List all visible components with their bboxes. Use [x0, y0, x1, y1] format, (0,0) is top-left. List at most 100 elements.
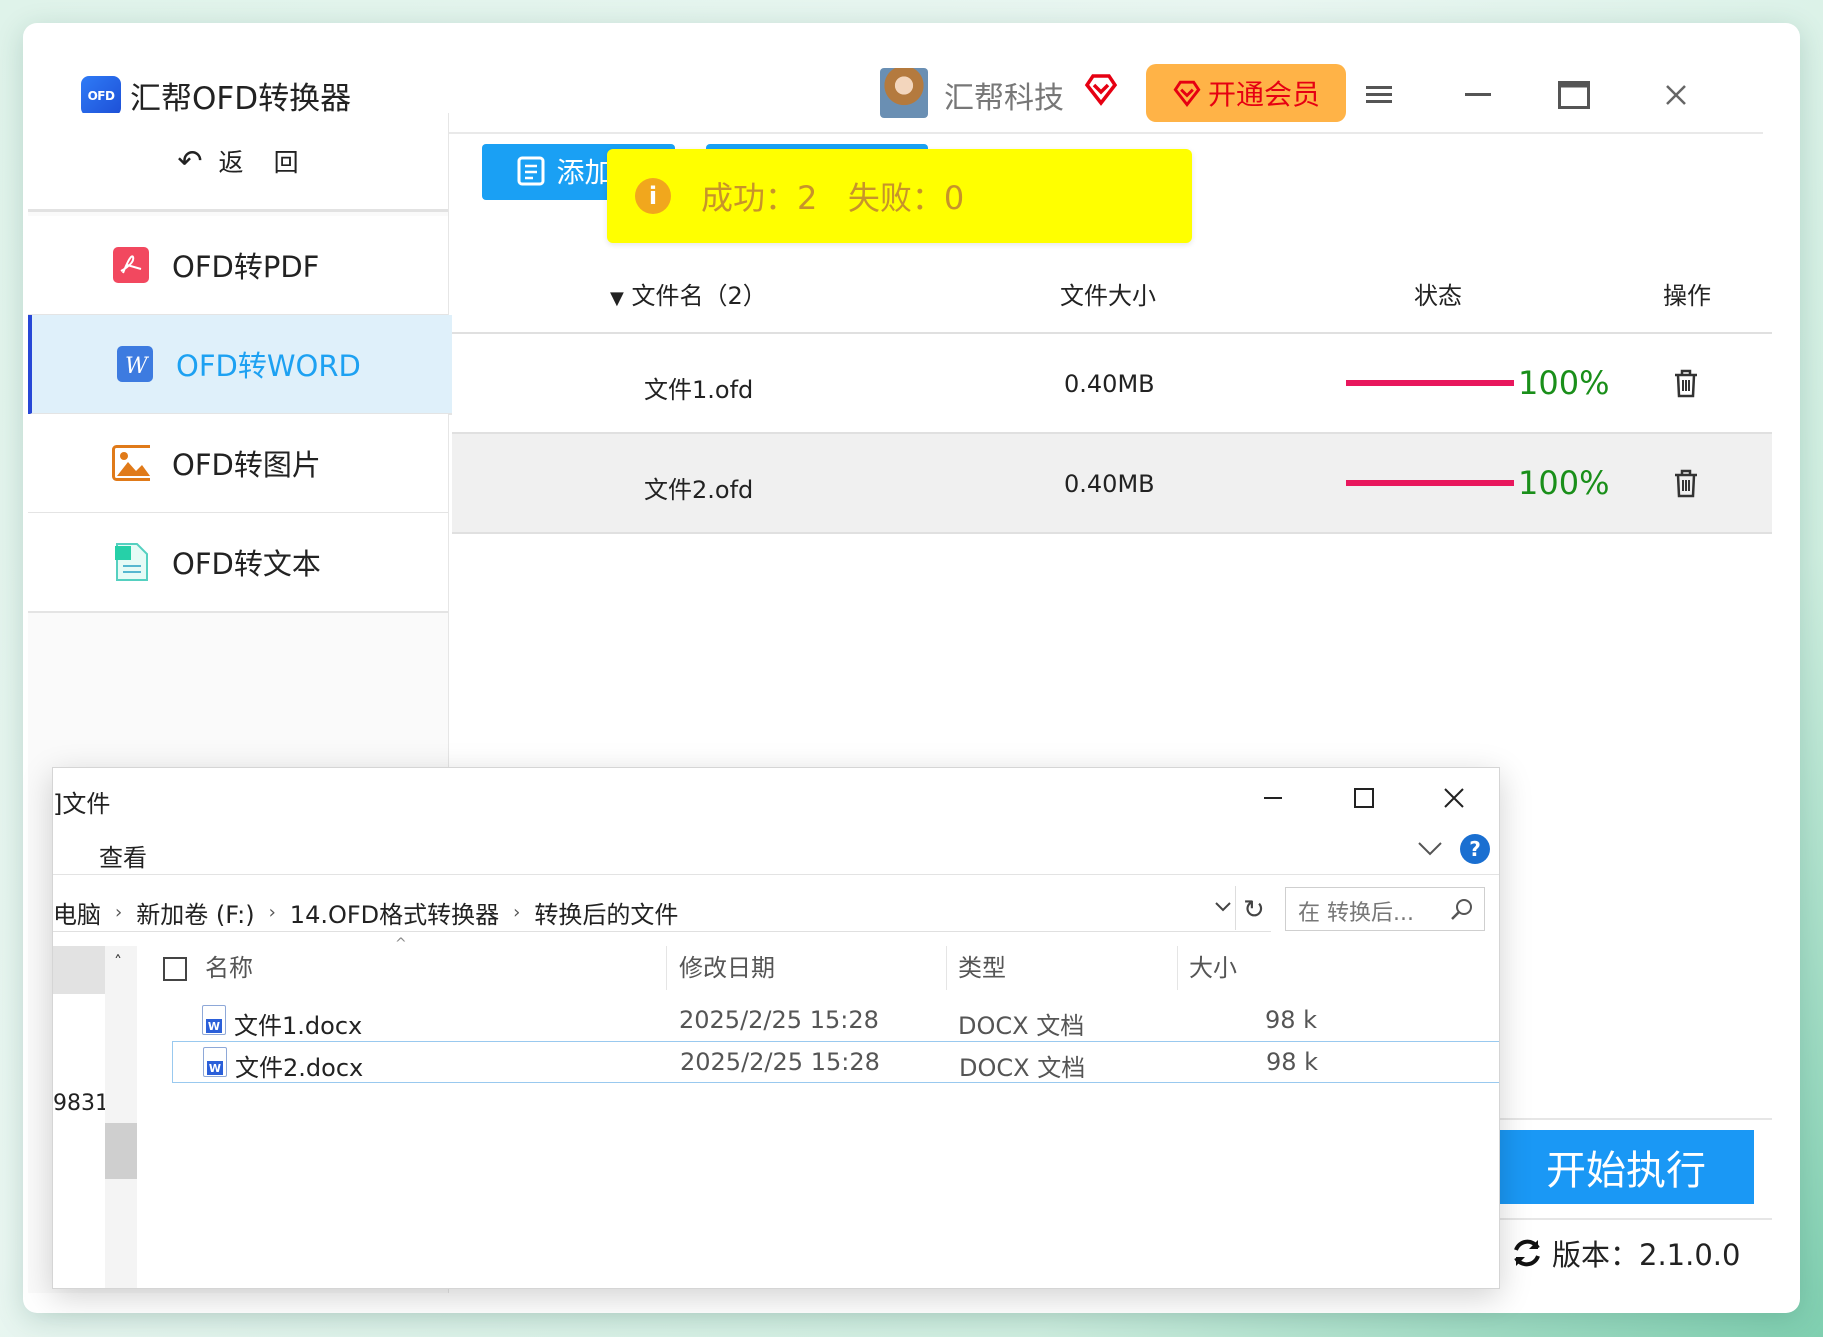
back-arrow-icon: ↶	[177, 143, 203, 179]
back-label: 回	[273, 148, 299, 177]
close-icon[interactable]	[1434, 778, 1474, 818]
address-divider	[1235, 886, 1236, 930]
add-file-icon	[517, 156, 545, 185]
menu-icon[interactable]	[1361, 77, 1397, 113]
file-size: 0.40MB	[1064, 370, 1155, 398]
chevron-down-icon[interactable]	[1417, 838, 1443, 862]
progress-bar	[1346, 480, 1514, 486]
maximize-icon[interactable]	[1556, 77, 1592, 113]
help-icon[interactable]: ?	[1460, 834, 1490, 864]
chevron-right-icon: ›	[115, 902, 123, 923]
breadcrumb-item[interactable]: 电脑	[53, 895, 101, 930]
sort-up-icon: ^	[395, 936, 407, 952]
toast-message: 成功：2 失败：0	[701, 179, 965, 217]
nav-pane-text: 9831	[53, 1091, 109, 1116]
column-divider	[666, 946, 667, 990]
trash-icon[interactable]	[1672, 468, 1700, 498]
address-bar[interactable]: 电脑 › 新加卷 (F:) › 14.OFD格式转换器 › 转换后的文件 ↻	[53, 886, 1271, 932]
back-label: 返	[218, 148, 244, 177]
avatar[interactable]	[880, 68, 928, 118]
file-type: DOCX 文档	[959, 1054, 1086, 1082]
column-divider	[1177, 946, 1178, 990]
chevron-right-icon: ›	[513, 902, 521, 923]
col-header-name[interactable]: 名称	[205, 948, 253, 983]
nav-pane-item[interactable]	[53, 946, 105, 994]
refresh-icon	[1514, 1239, 1540, 1267]
sidebar-item-label: OFD转PDF	[172, 250, 320, 284]
scrollbar-thumb[interactable]	[105, 1123, 137, 1179]
vip-button-label: 开通会员	[1207, 79, 1320, 110]
sidebar-item-ofd-to-word[interactable]: W OFD转WORD	[28, 315, 452, 415]
sidebar-item-ofd-to-pdf[interactable]: OFD转PDF	[28, 216, 448, 316]
sidebar-item-label: OFD转图片	[172, 448, 321, 482]
file-size: 0.40MB	[1064, 470, 1155, 498]
ribbon-divider	[53, 874, 1499, 875]
minimize-icon[interactable]	[1253, 778, 1293, 818]
sidebar-item-ofd-to-image[interactable]: OFD转图片	[28, 414, 448, 514]
col-header-type[interactable]: 类型	[958, 948, 1006, 983]
progress-text: 100%	[1518, 364, 1610, 402]
back-button[interactable]: ↶ 返 回	[28, 113, 448, 212]
word-icon: W	[116, 345, 154, 383]
chevron-up-icon[interactable]: ˄	[114, 952, 122, 971]
version-label: 版本：2.1.0.0	[1552, 1238, 1741, 1272]
refresh-icon[interactable]: ↻	[1243, 895, 1265, 925]
sidebar-item-ofd-to-text[interactable]: OFD转文本	[28, 513, 448, 613]
pdf-icon	[112, 246, 150, 284]
svg-text:W: W	[125, 354, 150, 379]
select-all-checkbox[interactable]	[163, 957, 187, 981]
col-header-date[interactable]: 修改日期	[679, 948, 775, 983]
progress-text: 100%	[1518, 464, 1610, 502]
start-button[interactable]: 开始执行	[1498, 1130, 1754, 1204]
file-date: 2025/2/25 15:28	[679, 1006, 879, 1034]
search-input[interactable]: 在 转换后...	[1285, 887, 1485, 931]
file-name: 文件2.ofd	[644, 476, 754, 504]
footer-divider	[1498, 1218, 1772, 1220]
file-date: 2025/2/25 15:28	[680, 1048, 880, 1076]
file-explorer-window: ]文件 查看 ? 电脑 › 新加卷 (F:) › 14.OFD格式转换器 › 转…	[52, 767, 1500, 1289]
result-toast: i 成功：2 失败：0	[607, 149, 1192, 243]
sidebar-item-label: OFD转WORD	[176, 349, 361, 383]
col-header-name[interactable]: ▼ 文件名（2）	[610, 276, 767, 311]
search-icon	[1450, 897, 1474, 925]
trash-icon[interactable]	[1672, 368, 1700, 398]
vip-button[interactable]: 开通会员	[1146, 64, 1346, 122]
username: 汇帮科技	[944, 81, 1064, 116]
vip-diamond-icon	[1173, 80, 1201, 108]
text-icon	[112, 543, 150, 581]
file-type: DOCX 文档	[958, 1012, 1085, 1040]
word-doc-icon	[202, 1005, 226, 1035]
menu-view[interactable]: 查看	[99, 838, 147, 873]
close-icon[interactable]	[1658, 77, 1694, 113]
version-info[interactable]: 版本：2.1.0.0	[1510, 1232, 1740, 1274]
table-row[interactable]: 文件1.ofd 0.40MB 100%	[452, 334, 1772, 432]
breadcrumb-item[interactable]: 新加卷 (F:)	[136, 895, 254, 930]
list-item[interactable]: 文件2.docx 2025/2/25 15:28 DOCX 文档 98 k	[172, 1041, 1499, 1083]
file-name: 文件1.docx	[234, 1012, 363, 1040]
col-header-size[interactable]: 大小	[1189, 948, 1237, 983]
chevron-down-icon[interactable]	[1213, 897, 1233, 921]
progress-bar	[1346, 380, 1514, 386]
maximize-icon[interactable]	[1343, 778, 1383, 818]
explorer-title: ]文件	[53, 790, 111, 818]
breadcrumb-item[interactable]: 转换后的文件	[534, 895, 678, 930]
col-header-size: 文件大小	[1060, 282, 1156, 310]
list-item[interactable]: 文件1.docx 2025/2/25 15:28 DOCX 文档 98 k	[174, 1000, 1499, 1040]
info-icon: i	[635, 178, 671, 214]
file-name: 文件2.docx	[235, 1054, 364, 1082]
column-divider	[946, 946, 947, 990]
breadcrumb-item[interactable]: 14.OFD格式转换器	[290, 895, 499, 930]
table-row[interactable]: 文件2.ofd 0.40MB 100%	[452, 434, 1772, 532]
footer-divider	[1498, 1118, 1772, 1120]
file-size: 98 k	[1266, 1048, 1319, 1076]
sort-down-icon: ▼	[610, 288, 624, 309]
nav-scrollbar[interactable]: ˄	[105, 946, 137, 1288]
file-size: 98 k	[1265, 1006, 1318, 1034]
sidebar-item-label: OFD转文本	[172, 547, 321, 581]
search-placeholder: 在 转换后...	[1298, 901, 1414, 926]
col-header-status: 状态	[1414, 282, 1462, 310]
word-doc-icon	[203, 1047, 227, 1077]
app-title: 汇帮OFD转换器	[130, 81, 352, 117]
image-icon	[112, 444, 150, 482]
minimize-icon[interactable]	[1460, 77, 1496, 113]
